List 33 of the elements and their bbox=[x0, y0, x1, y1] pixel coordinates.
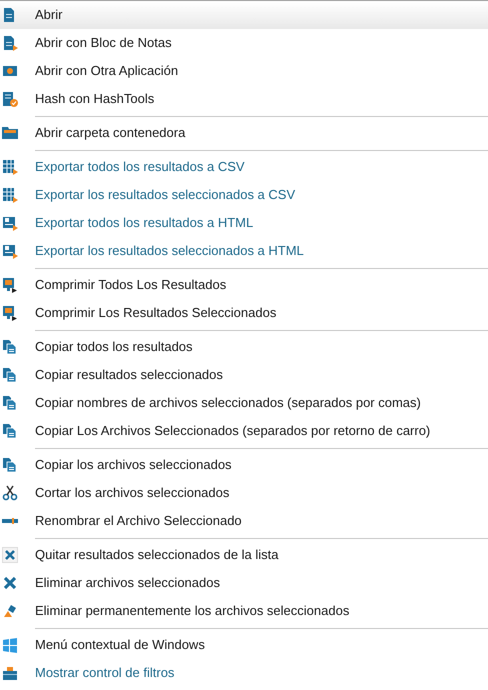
scissors-icon bbox=[2, 485, 18, 501]
menu-item[interactable]: Exportar todos los resultados a HTML bbox=[35, 213, 254, 233]
menu-item[interactable]: Abrir con Otra Aplicación bbox=[35, 61, 178, 81]
table-play-icon bbox=[2, 159, 18, 175]
menu-item[interactable]: Copiar Los Archivos Seleccionados (separados por retorno de carro) bbox=[35, 421, 430, 441]
menu-item[interactable]: Copiar todos los resultados bbox=[35, 337, 193, 357]
menu-item[interactable]: Copiar los archivos seleccionados bbox=[35, 455, 232, 475]
menu-item[interactable]: Copiar nombres de archivos seleccionados (separados por comas) bbox=[35, 393, 421, 413]
menu-item[interactable]: Menú contextual de Windows bbox=[35, 635, 205, 655]
monitor-play-icon bbox=[2, 305, 18, 321]
menu-item[interactable]: Abrir carpeta contenedora bbox=[35, 123, 186, 143]
toolbox-icon bbox=[2, 665, 18, 681]
menu-item[interactable]: Copiar resultados seleccionados bbox=[35, 365, 223, 385]
menu-item[interactable]: Renombrar el Archivo Seleccionado bbox=[35, 511, 242, 531]
menu-item[interactable]: Abrir con Bloc de Notas bbox=[35, 33, 172, 53]
menu-item[interactable]: Quitar resultados seleccionados de la lista bbox=[35, 545, 279, 565]
menu-item[interactable]: Comprimir Los Resultados Seleccionados bbox=[35, 303, 276, 323]
close-icon bbox=[2, 575, 18, 591]
menu-item[interactable]: Hash con HashTools bbox=[35, 89, 154, 109]
menu-item[interactable]: Cortar los archivos seleccionados bbox=[35, 483, 230, 503]
monitor-play-icon bbox=[2, 277, 18, 293]
menu-item[interactable]: Exportar todos los resultados a CSV bbox=[35, 157, 245, 177]
menu-item[interactable]: Exportar los resultados seleccionados a CSV bbox=[35, 185, 296, 205]
eraser-icon bbox=[2, 603, 18, 619]
menu-item[interactable]: Abrir bbox=[35, 5, 62, 25]
windows-logo-icon bbox=[2, 637, 18, 653]
menu-item[interactable]: Comprimir Todos Los Resultados bbox=[35, 275, 226, 295]
menu-item[interactable]: Eliminar permanentemente los archivos seleccionados bbox=[35, 601, 350, 621]
menu-item[interactable]: Eliminar archivos seleccionados bbox=[35, 573, 220, 593]
table-play-icon bbox=[2, 187, 18, 203]
document-play-icon bbox=[2, 35, 18, 51]
menu-item[interactable]: Mostrar control de filtros bbox=[35, 663, 174, 683]
menu-item[interactable]: Exportar los resultados seleccionados a HTML bbox=[35, 241, 304, 261]
